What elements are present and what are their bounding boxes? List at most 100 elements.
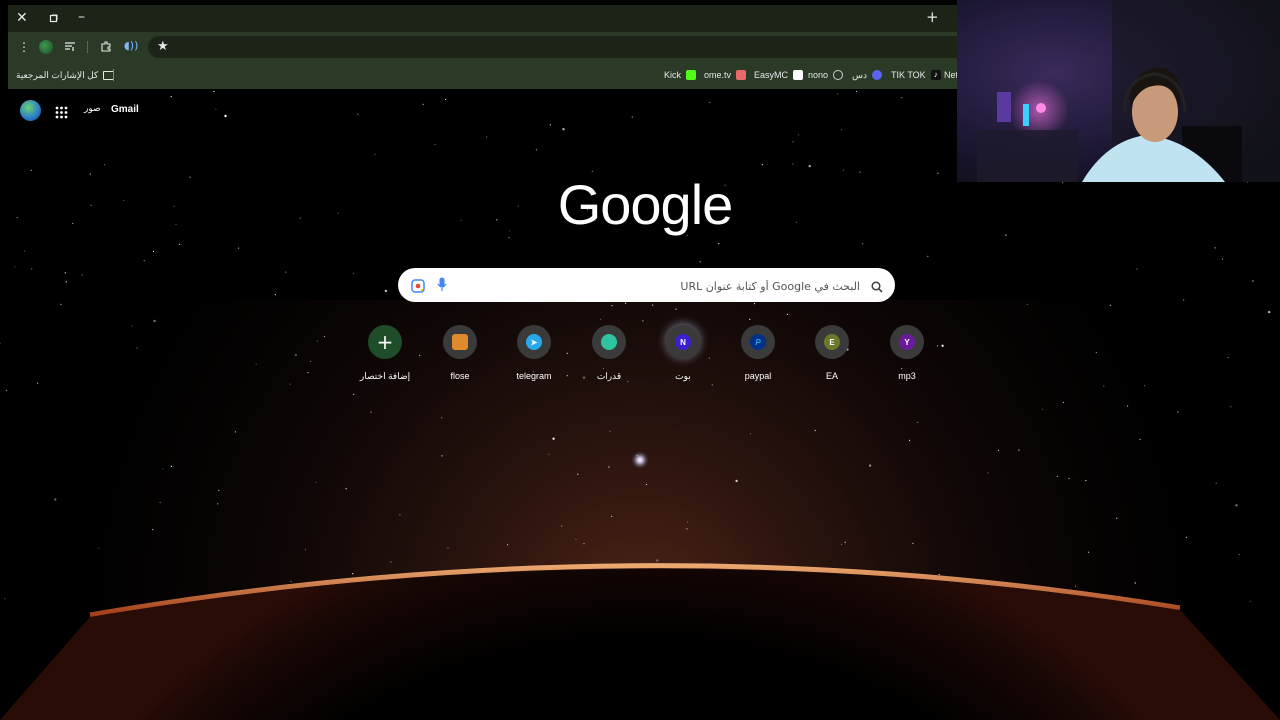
star <box>750 433 752 435</box>
star <box>460 219 462 221</box>
shortcut-bot[interactable]: N بوت <box>646 324 720 382</box>
star <box>642 320 644 322</box>
search-box[interactable] <box>398 268 895 302</box>
gmail-link[interactable]: Gmail <box>111 104 139 115</box>
cast-audio-icon[interactable]: ◖)) <box>124 39 138 53</box>
star <box>1018 449 1020 451</box>
star <box>600 318 602 320</box>
star <box>937 172 939 174</box>
star <box>675 308 677 310</box>
star <box>796 221 798 223</box>
ea-favicon-icon: E <box>824 334 840 350</box>
bookmarks-divider <box>113 69 114 81</box>
browser-titlebar: ✕ – + <box>8 5 957 32</box>
google-lens-icon[interactable] <box>411 278 425 297</box>
star <box>927 255 929 257</box>
shortcut-ea[interactable]: E EA <box>795 324 869 381</box>
star <box>1087 551 1090 553</box>
star <box>735 479 738 483</box>
bookmark-nono[interactable]: nono <box>808 68 844 82</box>
shortcut-add[interactable]: + إضافة اختصار <box>348 324 422 382</box>
extensions-icon[interactable] <box>100 40 112 55</box>
profile-avatar-icon[interactable] <box>39 40 53 54</box>
star <box>786 313 789 315</box>
star <box>299 217 301 219</box>
star <box>535 149 538 151</box>
shortcut-label: بوت <box>675 371 691 381</box>
star <box>611 515 613 517</box>
star <box>798 134 800 136</box>
star <box>374 153 376 155</box>
star <box>285 271 287 273</box>
shortcut-label: mp3 <box>898 371 916 381</box>
star <box>65 281 67 283</box>
bookmark-tiktok[interactable]: TIK TOK ♪ <box>891 68 941 82</box>
bookmark-netflix[interactable]: Net <box>944 68 958 82</box>
star <box>625 302 627 304</box>
star <box>352 272 354 274</box>
star <box>175 223 177 225</box>
bookmark-kick[interactable]: Kick <box>664 68 697 82</box>
star <box>1127 405 1129 407</box>
shortcut-paypal[interactable]: P paypal <box>721 324 795 381</box>
paypal-icon: P <box>750 334 766 350</box>
star <box>1068 477 1070 480</box>
omnibox[interactable]: ★ <box>148 36 957 58</box>
star <box>173 205 175 207</box>
star <box>583 543 585 545</box>
star <box>353 393 355 395</box>
star <box>508 230 511 232</box>
new-tab-icon[interactable]: + <box>926 10 939 25</box>
bookmark-star-icon[interactable]: ★ <box>157 40 169 54</box>
star <box>1062 182 1064 184</box>
all-bookmarks-button[interactable]: كل الإشارات المرجعية <box>16 68 115 82</box>
star <box>218 489 220 491</box>
bookmark-discord[interactable]: دس <box>852 68 882 82</box>
minimize-window-icon[interactable]: – <box>78 10 85 24</box>
star <box>1062 401 1064 403</box>
reading-list-icon[interactable] <box>64 40 76 55</box>
star <box>1095 352 1097 354</box>
star <box>1026 303 1028 305</box>
bot-favicon-icon: N <box>675 334 691 350</box>
star <box>16 217 18 219</box>
star <box>631 116 633 118</box>
bookmark-ometv[interactable]: ome.tv <box>704 68 747 82</box>
shortcut-mp3[interactable]: Y mp3 <box>870 324 944 381</box>
shortcut-qudurat[interactable]: قدرات <box>572 324 646 382</box>
star <box>5 389 8 391</box>
star <box>792 141 794 143</box>
voice-search-icon[interactable] <box>437 277 447 296</box>
star <box>901 97 903 99</box>
restore-window-icon[interactable] <box>48 12 58 23</box>
kick-icon <box>686 70 697 80</box>
shortcut-telegram[interactable]: ➤ telegram <box>497 324 571 381</box>
star <box>552 437 555 440</box>
tiktok-icon: ♪ <box>930 70 941 80</box>
star <box>289 383 291 385</box>
star <box>294 353 298 357</box>
images-link[interactable]: صور <box>84 104 101 114</box>
shortcut-flose[interactable]: flose <box>423 324 497 381</box>
star <box>608 466 610 468</box>
star <box>842 169 844 171</box>
apps-grid-icon[interactable] <box>55 104 68 123</box>
shortcut-label: telegram <box>516 371 552 381</box>
bookmark-easymc[interactable]: EasyMC <box>754 68 804 82</box>
menu-icon[interactable]: ⋮ <box>18 40 30 54</box>
star <box>1250 600 1252 603</box>
account-avatar[interactable] <box>20 100 41 121</box>
star <box>1103 385 1105 387</box>
star <box>1183 299 1185 301</box>
star <box>178 243 181 245</box>
star <box>422 103 424 105</box>
star <box>1214 247 1216 249</box>
star <box>434 143 436 146</box>
star <box>1252 280 1254 282</box>
search-input[interactable] <box>458 274 862 298</box>
close-window-icon[interactable]: ✕ <box>16 11 28 25</box>
bookmarks-bar: كل الإشارات المرجعية Kick ome.tv EasyMC … <box>8 62 958 89</box>
star <box>14 266 16 268</box>
star <box>307 372 309 374</box>
mp3-favicon-icon: Y <box>899 334 915 350</box>
